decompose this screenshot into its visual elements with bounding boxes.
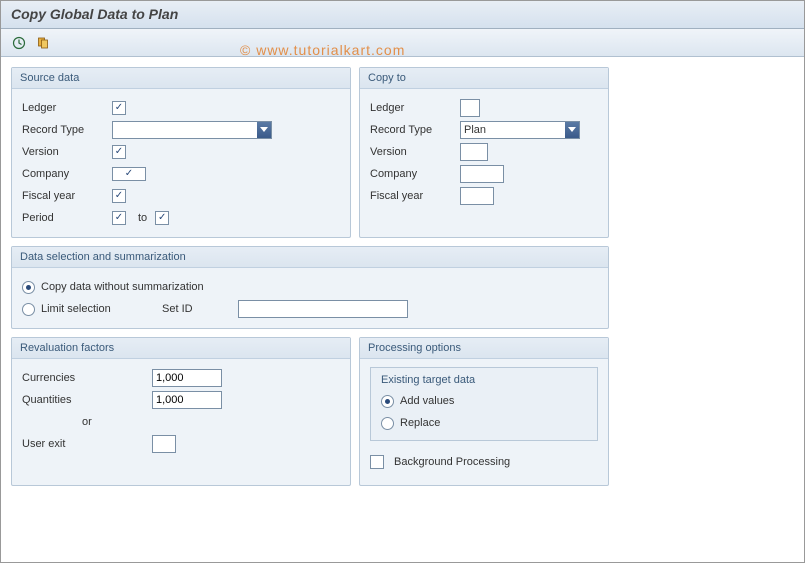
copy-record-type-value: Plan xyxy=(464,124,486,136)
toolbar xyxy=(1,29,804,57)
dropdown-button xyxy=(565,122,579,138)
user-exit-label: User exit xyxy=(22,438,152,450)
copy-to-group: Copy to Ledger Record Type Plan Version xyxy=(359,67,609,238)
copy-fiscal-year-label: Fiscal year xyxy=(370,190,460,202)
copy-company-input[interactable] xyxy=(460,165,504,183)
copy-without-summarization-radio[interactable] xyxy=(22,281,35,294)
limit-selection-radio[interactable] xyxy=(22,303,35,316)
add-values-label: Add values xyxy=(400,395,454,407)
source-company-label: Company xyxy=(22,168,112,180)
clock-execute-icon xyxy=(12,36,26,50)
data-selection-group: Data selection and summarization Copy da… xyxy=(11,246,609,329)
copy-to-title: Copy to xyxy=(360,68,608,89)
checkmark-icon: ✓ xyxy=(115,191,123,201)
source-group-title: Source data xyxy=(12,68,350,89)
period-to-label: to xyxy=(138,212,147,224)
copy-ledger-label: Ledger xyxy=(370,102,460,114)
radio-dot-icon xyxy=(385,399,390,404)
title-bar: Copy Global Data to Plan xyxy=(1,1,804,29)
source-period-label: Period xyxy=(22,212,112,224)
copy-icon xyxy=(36,36,50,50)
add-values-radio[interactable] xyxy=(381,395,394,408)
user-exit-input[interactable] xyxy=(152,435,176,453)
checkmark-icon: ✓ xyxy=(125,169,133,179)
copy-record-type-select[interactable]: Plan xyxy=(460,121,580,139)
existing-target-title: Existing target data xyxy=(381,374,587,386)
copy-company-label: Company xyxy=(370,168,460,180)
checkmark-icon: ✓ xyxy=(115,213,123,223)
radio-dot-icon xyxy=(26,285,31,290)
source-company-field[interactable]: ✓ xyxy=(112,167,146,181)
revaluation-group: Revaluation factors Currencies Quantitie… xyxy=(11,337,351,486)
copy-record-type-label: Record Type xyxy=(370,124,460,136)
processing-options-group: Processing options Existing target data … xyxy=(359,337,609,486)
dropdown-button xyxy=(257,122,271,138)
replace-radio[interactable] xyxy=(381,417,394,430)
quantities-input[interactable] xyxy=(152,391,222,409)
copy-without-summarization-label: Copy data without summarization xyxy=(41,281,204,293)
set-id-label: Set ID xyxy=(162,303,232,315)
chevron-down-icon xyxy=(568,127,576,133)
execute-button[interactable] xyxy=(9,33,29,53)
content-area: Source data Ledger ✓ Record Type Version… xyxy=(1,57,804,496)
currencies-label: Currencies xyxy=(22,372,152,384)
source-record-type-select[interactable] xyxy=(112,121,272,139)
copy-version-label: Version xyxy=(370,146,460,158)
or-label: or xyxy=(82,416,92,428)
background-processing-label: Background Processing xyxy=(394,456,510,468)
source-period-to-field[interactable]: ✓ xyxy=(155,211,169,225)
checkmark-icon: ✓ xyxy=(158,213,166,223)
checkmark-icon: ✓ xyxy=(115,147,123,157)
currencies-input[interactable] xyxy=(152,369,222,387)
source-period-from-field[interactable]: ✓ xyxy=(112,211,126,225)
source-version-label: Version xyxy=(22,146,112,158)
source-data-group: Source data Ledger ✓ Record Type Version… xyxy=(11,67,351,238)
row-reval-proc: Revaluation factors Currencies Quantitie… xyxy=(11,337,794,486)
row-source-copy: Source data Ledger ✓ Record Type Version… xyxy=(11,67,794,238)
existing-target-frame: Existing target data Add values Replace xyxy=(370,367,598,441)
background-processing-checkbox[interactable] xyxy=(370,455,384,469)
data-selection-title: Data selection and summarization xyxy=(12,247,608,268)
window-title: Copy Global Data to Plan xyxy=(11,6,178,22)
copy-fiscal-year-input[interactable] xyxy=(460,187,494,205)
source-version-field[interactable]: ✓ xyxy=(112,145,126,159)
set-id-input[interactable] xyxy=(238,300,408,318)
copy-ledger-input[interactable] xyxy=(460,99,480,117)
replace-label: Replace xyxy=(400,417,440,429)
chevron-down-icon xyxy=(260,127,268,133)
limit-selection-label: Limit selection xyxy=(41,303,156,315)
source-record-type-label: Record Type xyxy=(22,124,112,136)
copy-version-input[interactable] xyxy=(460,143,488,161)
revaluation-title: Revaluation factors xyxy=(12,338,350,359)
source-fiscal-year-field[interactable]: ✓ xyxy=(112,189,126,203)
source-fiscal-year-label: Fiscal year xyxy=(22,190,112,202)
source-ledger-label: Ledger xyxy=(22,102,112,114)
copy-button[interactable] xyxy=(33,33,53,53)
quantities-label: Quantities xyxy=(22,394,152,406)
processing-options-title: Processing options xyxy=(360,338,608,359)
checkmark-icon: ✓ xyxy=(115,103,123,113)
source-ledger-field[interactable]: ✓ xyxy=(112,101,126,115)
